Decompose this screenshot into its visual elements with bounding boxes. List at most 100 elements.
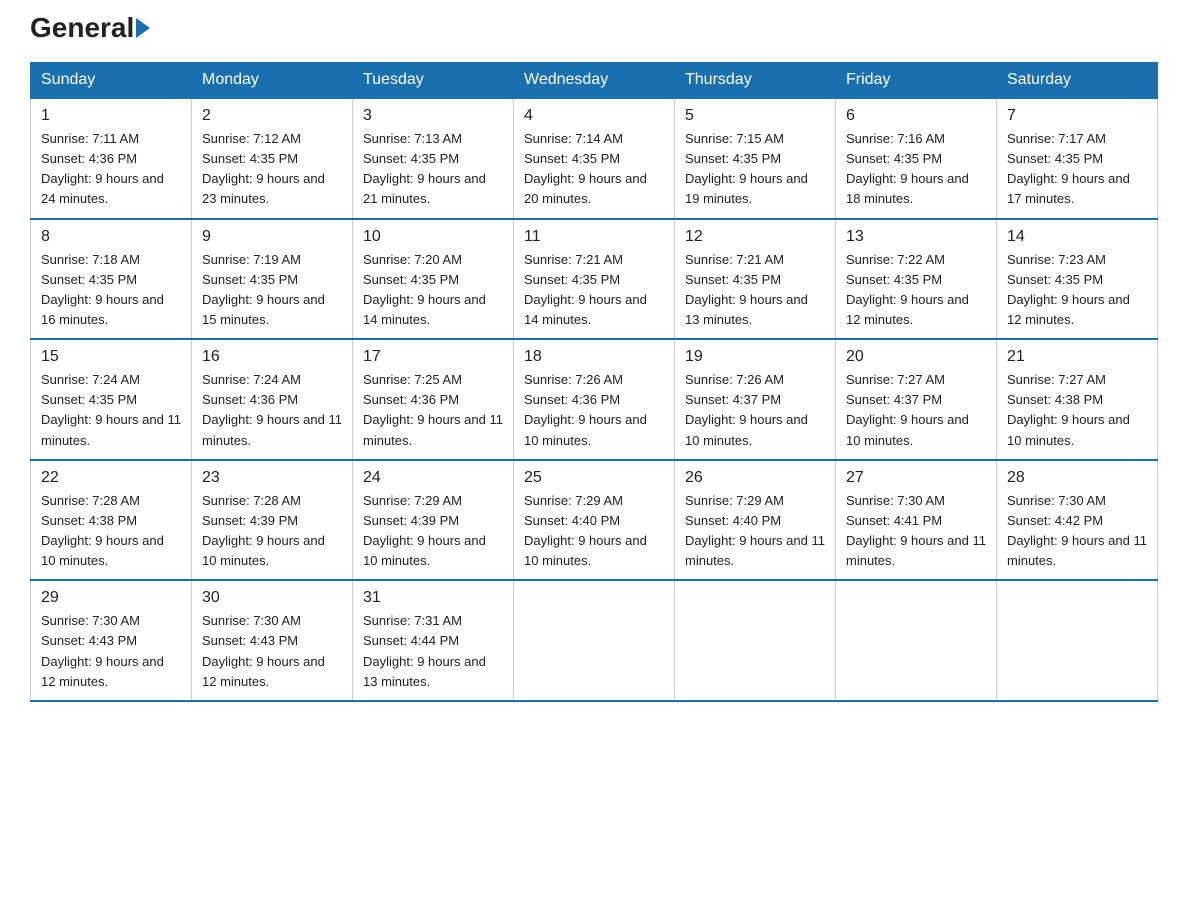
day-number: 28 <box>1007 469 1147 487</box>
header-monday: Monday <box>192 63 353 99</box>
day-detail: Sunrise: 7:27 AMSunset: 4:37 PMDaylight:… <box>846 372 969 447</box>
header-tuesday: Tuesday <box>353 63 514 99</box>
day-number: 18 <box>524 348 664 366</box>
day-cell: 1 Sunrise: 7:11 AMSunset: 4:36 PMDayligh… <box>31 98 192 219</box>
day-cell: 5 Sunrise: 7:15 AMSunset: 4:35 PMDayligh… <box>675 98 836 219</box>
days-header-row: SundayMondayTuesdayWednesdayThursdayFrid… <box>31 63 1158 99</box>
day-detail: Sunrise: 7:31 AMSunset: 4:44 PMDaylight:… <box>363 613 486 688</box>
day-cell: 22 Sunrise: 7:28 AMSunset: 4:38 PMDaylig… <box>31 460 192 581</box>
day-number: 27 <box>846 469 986 487</box>
day-cell: 4 Sunrise: 7:14 AMSunset: 4:35 PMDayligh… <box>514 98 675 219</box>
day-number: 29 <box>41 589 181 607</box>
day-number: 12 <box>685 228 825 246</box>
page-header: General <box>30 20 1158 44</box>
day-cell: 11 Sunrise: 7:21 AMSunset: 4:35 PMDaylig… <box>514 219 675 340</box>
header-wednesday: Wednesday <box>514 63 675 99</box>
day-cell: 31 Sunrise: 7:31 AMSunset: 4:44 PMDaylig… <box>353 580 514 701</box>
day-detail: Sunrise: 7:29 AMSunset: 4:40 PMDaylight:… <box>524 493 647 568</box>
day-cell <box>675 580 836 701</box>
logo: General <box>30 20 152 44</box>
day-detail: Sunrise: 7:30 AMSunset: 4:43 PMDaylight:… <box>202 613 325 688</box>
day-detail: Sunrise: 7:12 AMSunset: 4:35 PMDaylight:… <box>202 131 325 206</box>
day-cell: 21 Sunrise: 7:27 AMSunset: 4:38 PMDaylig… <box>997 339 1158 460</box>
day-detail: Sunrise: 7:30 AMSunset: 4:42 PMDaylight:… <box>1007 493 1147 568</box>
day-detail: Sunrise: 7:28 AMSunset: 4:38 PMDaylight:… <box>41 493 164 568</box>
logo-arrow-icon2 <box>136 18 150 38</box>
week-row-1: 1 Sunrise: 7:11 AMSunset: 4:36 PMDayligh… <box>31 98 1158 219</box>
week-row-2: 8 Sunrise: 7:18 AMSunset: 4:35 PMDayligh… <box>31 219 1158 340</box>
day-number: 5 <box>685 107 825 125</box>
day-cell <box>514 580 675 701</box>
day-cell: 7 Sunrise: 7:17 AMSunset: 4:35 PMDayligh… <box>997 98 1158 219</box>
day-cell <box>836 580 997 701</box>
day-number: 20 <box>846 348 986 366</box>
week-row-3: 15 Sunrise: 7:24 AMSunset: 4:35 PMDaylig… <box>31 339 1158 460</box>
day-detail: Sunrise: 7:11 AMSunset: 4:36 PMDaylight:… <box>41 131 164 206</box>
day-cell: 14 Sunrise: 7:23 AMSunset: 4:35 PMDaylig… <box>997 219 1158 340</box>
day-number: 30 <box>202 589 342 607</box>
day-cell: 28 Sunrise: 7:30 AMSunset: 4:42 PMDaylig… <box>997 460 1158 581</box>
day-cell: 10 Sunrise: 7:20 AMSunset: 4:35 PMDaylig… <box>353 219 514 340</box>
day-cell: 25 Sunrise: 7:29 AMSunset: 4:40 PMDaylig… <box>514 460 675 581</box>
day-detail: Sunrise: 7:17 AMSunset: 4:35 PMDaylight:… <box>1007 131 1130 206</box>
day-number: 21 <box>1007 348 1147 366</box>
day-detail: Sunrise: 7:19 AMSunset: 4:35 PMDaylight:… <box>202 252 325 327</box>
day-cell: 9 Sunrise: 7:19 AMSunset: 4:35 PMDayligh… <box>192 219 353 340</box>
day-cell: 23 Sunrise: 7:28 AMSunset: 4:39 PMDaylig… <box>192 460 353 581</box>
day-detail: Sunrise: 7:22 AMSunset: 4:35 PMDaylight:… <box>846 252 969 327</box>
day-cell: 17 Sunrise: 7:25 AMSunset: 4:36 PMDaylig… <box>353 339 514 460</box>
day-number: 6 <box>846 107 986 125</box>
day-cell: 3 Sunrise: 7:13 AMSunset: 4:35 PMDayligh… <box>353 98 514 219</box>
day-detail: Sunrise: 7:24 AMSunset: 4:36 PMDaylight:… <box>202 372 342 447</box>
day-detail: Sunrise: 7:30 AMSunset: 4:41 PMDaylight:… <box>846 493 986 568</box>
day-cell: 30 Sunrise: 7:30 AMSunset: 4:43 PMDaylig… <box>192 580 353 701</box>
day-detail: Sunrise: 7:18 AMSunset: 4:35 PMDaylight:… <box>41 252 164 327</box>
day-detail: Sunrise: 7:14 AMSunset: 4:35 PMDaylight:… <box>524 131 647 206</box>
header-sunday: Sunday <box>31 63 192 99</box>
day-detail: Sunrise: 7:13 AMSunset: 4:35 PMDaylight:… <box>363 131 486 206</box>
day-number: 22 <box>41 469 181 487</box>
day-cell: 24 Sunrise: 7:29 AMSunset: 4:39 PMDaylig… <box>353 460 514 581</box>
logo-general-text2: General <box>30 12 134 44</box>
day-detail: Sunrise: 7:20 AMSunset: 4:35 PMDaylight:… <box>363 252 486 327</box>
day-number: 8 <box>41 228 181 246</box>
day-number: 9 <box>202 228 342 246</box>
day-detail: Sunrise: 7:29 AMSunset: 4:39 PMDaylight:… <box>363 493 486 568</box>
day-cell: 15 Sunrise: 7:24 AMSunset: 4:35 PMDaylig… <box>31 339 192 460</box>
week-row-4: 22 Sunrise: 7:28 AMSunset: 4:38 PMDaylig… <box>31 460 1158 581</box>
day-number: 19 <box>685 348 825 366</box>
day-number: 23 <box>202 469 342 487</box>
day-cell: 2 Sunrise: 7:12 AMSunset: 4:35 PMDayligh… <box>192 98 353 219</box>
day-cell: 29 Sunrise: 7:30 AMSunset: 4:43 PMDaylig… <box>31 580 192 701</box>
day-detail: Sunrise: 7:24 AMSunset: 4:35 PMDaylight:… <box>41 372 181 447</box>
header-thursday: Thursday <box>675 63 836 99</box>
day-detail: Sunrise: 7:26 AMSunset: 4:37 PMDaylight:… <box>685 372 808 447</box>
day-number: 11 <box>524 228 664 246</box>
calendar-table: SundayMondayTuesdayWednesdayThursdayFrid… <box>30 62 1158 702</box>
day-detail: Sunrise: 7:25 AMSunset: 4:36 PMDaylight:… <box>363 372 503 447</box>
day-detail: Sunrise: 7:16 AMSunset: 4:35 PMDaylight:… <box>846 131 969 206</box>
day-cell: 26 Sunrise: 7:29 AMSunset: 4:40 PMDaylig… <box>675 460 836 581</box>
day-number: 4 <box>524 107 664 125</box>
day-cell: 20 Sunrise: 7:27 AMSunset: 4:37 PMDaylig… <box>836 339 997 460</box>
day-detail: Sunrise: 7:21 AMSunset: 4:35 PMDaylight:… <box>685 252 808 327</box>
day-cell: 13 Sunrise: 7:22 AMSunset: 4:35 PMDaylig… <box>836 219 997 340</box>
day-number: 31 <box>363 589 503 607</box>
day-number: 14 <box>1007 228 1147 246</box>
day-number: 10 <box>363 228 503 246</box>
day-number: 13 <box>846 228 986 246</box>
day-cell: 19 Sunrise: 7:26 AMSunset: 4:37 PMDaylig… <box>675 339 836 460</box>
day-number: 7 <box>1007 107 1147 125</box>
day-detail: Sunrise: 7:15 AMSunset: 4:35 PMDaylight:… <box>685 131 808 206</box>
day-cell: 12 Sunrise: 7:21 AMSunset: 4:35 PMDaylig… <box>675 219 836 340</box>
day-cell: 27 Sunrise: 7:30 AMSunset: 4:41 PMDaylig… <box>836 460 997 581</box>
day-detail: Sunrise: 7:29 AMSunset: 4:40 PMDaylight:… <box>685 493 825 568</box>
day-cell: 18 Sunrise: 7:26 AMSunset: 4:36 PMDaylig… <box>514 339 675 460</box>
header-friday: Friday <box>836 63 997 99</box>
header-saturday: Saturday <box>997 63 1158 99</box>
day-number: 2 <box>202 107 342 125</box>
day-cell <box>997 580 1158 701</box>
day-detail: Sunrise: 7:28 AMSunset: 4:39 PMDaylight:… <box>202 493 325 568</box>
day-number: 1 <box>41 107 181 125</box>
day-number: 26 <box>685 469 825 487</box>
